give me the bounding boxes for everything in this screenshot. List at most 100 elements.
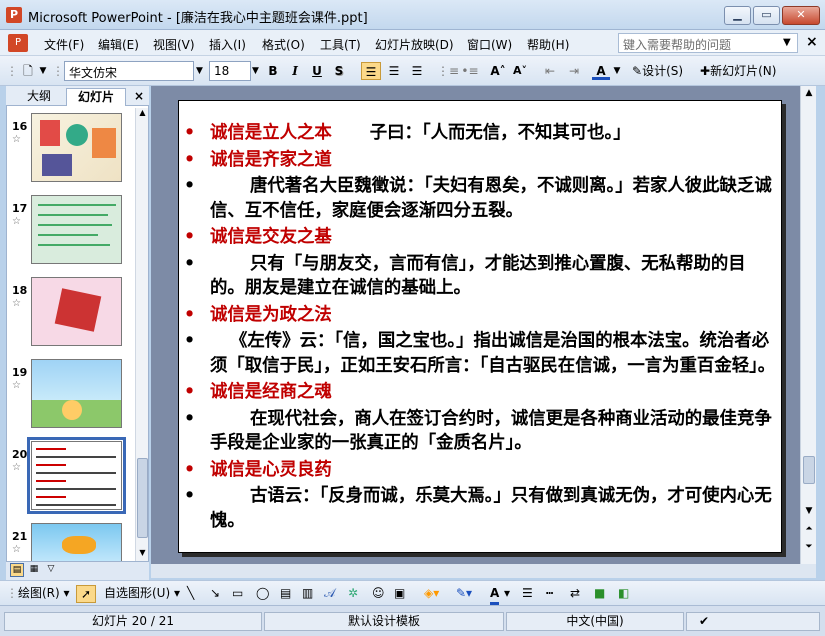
slide-sorter-icon[interactable]: ▦ [27, 563, 41, 577]
select-pointer-icon[interactable]: ➚ [76, 585, 96, 603]
slide-number: 17 [12, 202, 28, 215]
line-icon[interactable]: ╲ [187, 585, 194, 602]
close-button[interactable]: ✕ [782, 6, 820, 25]
slide-20[interactable]: 诚信是立人之本 子曰：「人而无信，不知其可也。」 诚信是齐家之道 唐代著名大臣魏徵… [178, 100, 782, 553]
clipart-icon[interactable]: ☺ [372, 585, 385, 602]
italic-button[interactable]: I [287, 62, 303, 80]
next-slide-icon[interactable]: ⏷ [803, 542, 815, 556]
slide-body-2: 只有「与朋友交，言而有信」，才能达到推心置腹、无私帮助的目的。朋友是建立在诚信的… [184, 252, 780, 301]
chevron-down-icon[interactable]: ▾ [504, 585, 510, 602]
menu-edit[interactable]: 编辑(E) [98, 36, 139, 53]
slide-heading-6: 诚信是心灵良药 [184, 458, 780, 483]
slide-heading-1: 诚信是立人之本 子曰：「人而无信，不知其可也。」 [184, 121, 780, 146]
textbox-icon[interactable]: ▤ [280, 585, 291, 602]
wordart-icon[interactable]: 𝒜 [324, 585, 335, 602]
scroll-down-icon[interactable]: ▼ [137, 548, 148, 560]
menu-format[interactable]: 格式(O) [262, 36, 305, 53]
decrease-font-icon: A˅ [512, 64, 527, 77]
line-color-icon[interactable]: ✎▾ [456, 585, 472, 602]
scroll-thumb[interactable] [803, 456, 815, 484]
new-slide-button[interactable]: ✚新幻灯片(N) [700, 62, 818, 80]
slide-thumbnail-17[interactable] [31, 195, 122, 264]
panel-scrollbar[interactable]: ▲ ▼ [135, 108, 148, 561]
menu-file[interactable]: 文件(F) [44, 36, 84, 53]
3d-style-icon[interactable]: ◧ [618, 585, 629, 602]
close-panel-icon[interactable]: × [132, 88, 146, 106]
slideshow-view-icon[interactable]: ▽ [44, 563, 58, 577]
design-button[interactable]: ✎设计(S) [632, 62, 694, 80]
arrow-style-icon[interactable]: ⇄ [570, 585, 580, 602]
numbering-button[interactable]: ⋮≡ [437, 62, 459, 80]
font-size-select[interactable]: 18 [209, 61, 251, 81]
powerpoint-icon[interactable]: P [6, 7, 22, 23]
slide-thumbnail-16[interactable] [31, 113, 122, 182]
menu-help[interactable]: 帮助(H) [527, 36, 569, 53]
bullets-button[interactable]: •≡ [460, 62, 480, 80]
chevron-down-icon[interactable]: ▼ [38, 62, 48, 80]
oval-icon[interactable]: ◯ [256, 585, 269, 602]
scroll-down-icon[interactable]: ▼ [803, 506, 815, 520]
font-color-button[interactable]: A [592, 62, 610, 80]
shadow-button[interactable]: S [331, 62, 347, 80]
scroll-up-icon[interactable]: ▲ [803, 88, 815, 102]
chevron-down-icon[interactable]: ▼ [783, 37, 791, 48]
slide-text-box[interactable]: 诚信是立人之本 子曰：「人而无信，不知其可也。」 诚信是齐家之道 唐代著名大臣魏徵… [184, 121, 780, 535]
align-right-icon: ☰ [411, 64, 423, 78]
design-template[interactable]: 默认设计模板 [264, 612, 504, 631]
underline-button[interactable]: U [309, 62, 325, 80]
align-right-button[interactable]: ☰ [407, 62, 427, 80]
menu-tools[interactable]: 工具(T) [320, 36, 361, 53]
draw-menu-button[interactable]: 绘图(R) ▾ [18, 585, 70, 602]
slide-thumbnail-19[interactable] [31, 359, 122, 428]
slide-thumbnail-20[interactable] [31, 441, 122, 510]
tab-slides[interactable]: 幻灯片 [66, 88, 126, 106]
menu-slideshow[interactable]: 幻灯片放映(D) [375, 36, 454, 53]
chevron-down-icon[interactable]: ▼ [196, 66, 203, 76]
slide-scrollbar[interactable]: ▲ ▼ ⏶ ⏷ [800, 86, 816, 564]
vertical-textbox-icon[interactable]: ▥ [302, 585, 313, 602]
diagram-icon[interactable]: ✲ [348, 585, 358, 602]
rectangle-icon[interactable]: ▭ [232, 585, 243, 602]
dash-style-icon[interactable]: ┅ [546, 585, 553, 602]
chevron-down-icon[interactable]: ▼ [612, 62, 622, 80]
tab-outline[interactable]: 大纲 [14, 88, 64, 106]
autoshapes-button[interactable]: 自选图形(U) ▾ [104, 585, 180, 602]
maximize-button[interactable]: ▭ [753, 6, 780, 25]
line-style-icon[interactable]: ☰ [522, 585, 533, 602]
close-document-icon[interactable]: × [806, 34, 818, 50]
doc-icon[interactable]: P [8, 34, 28, 52]
spelling-status[interactable]: ✔ [686, 612, 820, 631]
fill-color-icon[interactable]: ◈▾ [424, 585, 439, 602]
slide-body-3: 《左传》云：「信，国之宝也。」指出诚信是治国的根本法宝。统治者必须「取信于民」，… [184, 329, 780, 378]
bold-button[interactable]: B [265, 62, 281, 80]
decrease-indent-button[interactable]: ⇤ [540, 62, 560, 80]
slide-heading-2: 诚信是齐家之道 [184, 148, 780, 173]
scroll-thumb[interactable] [137, 458, 148, 538]
slide-thumbnail-18[interactable] [31, 277, 122, 346]
chevron-down-icon[interactable]: ▼ [252, 66, 259, 76]
transition-star-icon: ☆ [12, 462, 21, 473]
view-buttons: ▤ ▦ ▽ [6, 562, 149, 580]
font-color-icon[interactable]: A [490, 585, 500, 605]
align-left-button[interactable]: ☰ [361, 62, 381, 80]
menu-window[interactable]: 窗口(W) [467, 36, 512, 53]
scroll-up-icon[interactable]: ▲ [137, 108, 148, 120]
font-name-select[interactable]: 华文仿宋 [64, 61, 194, 81]
decrease-font-button[interactable]: A˅ [510, 62, 530, 80]
previous-slide-icon[interactable]: ⏶ [803, 524, 815, 538]
menu-insert[interactable]: 插入(I) [209, 36, 246, 53]
increase-indent-button[interactable]: ⇥ [564, 62, 584, 80]
slide-body-4: 在现代社会，商人在签订合约时，诚信更是各种商业活动的最佳竞争手段是企业家的一张真… [184, 407, 780, 456]
minimize-button[interactable]: ▁ [724, 6, 751, 25]
menu-view[interactable]: 视图(V) [153, 36, 195, 53]
increase-font-button[interactable]: A˄ [488, 62, 508, 80]
help-search-input[interactable]: 键入需要帮助的问题 [618, 33, 798, 53]
new-document-icon[interactable]: 🗋 [18, 62, 38, 80]
shadow-style-icon[interactable]: ■ [594, 585, 605, 602]
slide-thumbnail-21[interactable] [31, 523, 122, 561]
bulleted-list-icon: •≡ [461, 64, 479, 78]
arrow-icon[interactable]: ↘ [210, 585, 220, 602]
normal-view-icon[interactable]: ▤ [10, 563, 24, 577]
align-center-button[interactable]: ☰ [384, 62, 404, 80]
picture-icon[interactable]: ▣ [394, 585, 405, 602]
